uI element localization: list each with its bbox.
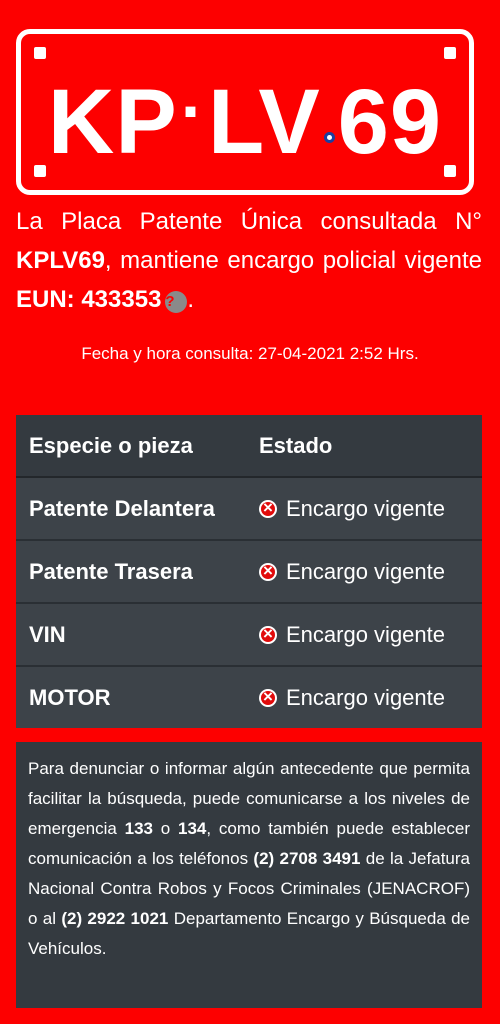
- status-label: Encargo vigente: [286, 495, 445, 521]
- status-cell: Encargo vigente: [259, 559, 482, 585]
- summary-text: .: [187, 286, 195, 313]
- table-row: VIN Encargo vigente: [16, 604, 482, 667]
- phone-number-jenacrof[interactable]: (2) 2708 3491: [253, 849, 360, 868]
- alert-x-icon: [259, 623, 277, 645]
- plate-part-2: LV: [208, 71, 321, 173]
- status-cell: Encargo vigente: [259, 496, 482, 522]
- table-header: Especie o pieza Estado: [16, 415, 482, 478]
- column-header-piece: Especie o pieza: [29, 432, 193, 458]
- plate-part-3: 69: [337, 71, 443, 173]
- license-plate: KP·LV 69: [16, 29, 474, 195]
- help-icon[interactable]: ?: [165, 291, 188, 313]
- piece-name: MOTOR: [29, 684, 111, 710]
- status-label: Encargo vigente: [286, 684, 445, 710]
- piece-name: Patente Delantera: [29, 495, 215, 521]
- status-cell: Encargo vigente: [259, 622, 482, 648]
- summary-plate-number: KPLV69: [16, 247, 105, 274]
- alert-x-icon: [259, 686, 277, 708]
- contact-info-box: Para denunciar o informar algún antecede…: [16, 742, 482, 1008]
- piece-name: VIN: [29, 621, 66, 647]
- emergency-number[interactable]: 134: [178, 819, 206, 838]
- column-header-status: Estado: [259, 432, 333, 458]
- plate-separator: ·: [180, 72, 206, 150]
- chile-star-emblem-icon: [323, 132, 335, 143]
- phone-number-encargo[interactable]: (2) 2922 1021: [61, 909, 168, 928]
- summary-text: La Placa Patente Única consultada N°: [16, 208, 482, 235]
- query-datetime: Fecha y hora consulta: 27-04-2021 2:52 H…: [81, 344, 419, 363]
- table-row: Patente Delantera Encargo vigente: [16, 478, 482, 541]
- info-text: o: [152, 819, 179, 838]
- plate-status-summary: La Placa Patente Única consultada N° KPL…: [16, 202, 482, 319]
- status-label: Encargo vigente: [286, 558, 445, 584]
- piece-name: Patente Trasera: [29, 558, 193, 584]
- plate-number: KP·LV 69: [21, 56, 469, 177]
- alert-x-icon: [259, 560, 277, 582]
- status-cell: Encargo vigente: [259, 685, 482, 711]
- status-table: Especie o pieza Estado Patente Delantera…: [16, 415, 482, 728]
- eun-number: EUN: 433353: [16, 286, 162, 313]
- alert-x-icon: [259, 497, 277, 519]
- table-row: MOTOR Encargo vigente: [16, 667, 482, 728]
- status-label: Encargo vigente: [286, 621, 445, 647]
- emergency-number[interactable]: 133: [125, 819, 153, 838]
- plate-part-1: KP: [47, 71, 178, 173]
- table-row: Patente Trasera Encargo vigente: [16, 541, 482, 604]
- summary-text: , mantiene encargo policial vigente: [104, 247, 482, 274]
